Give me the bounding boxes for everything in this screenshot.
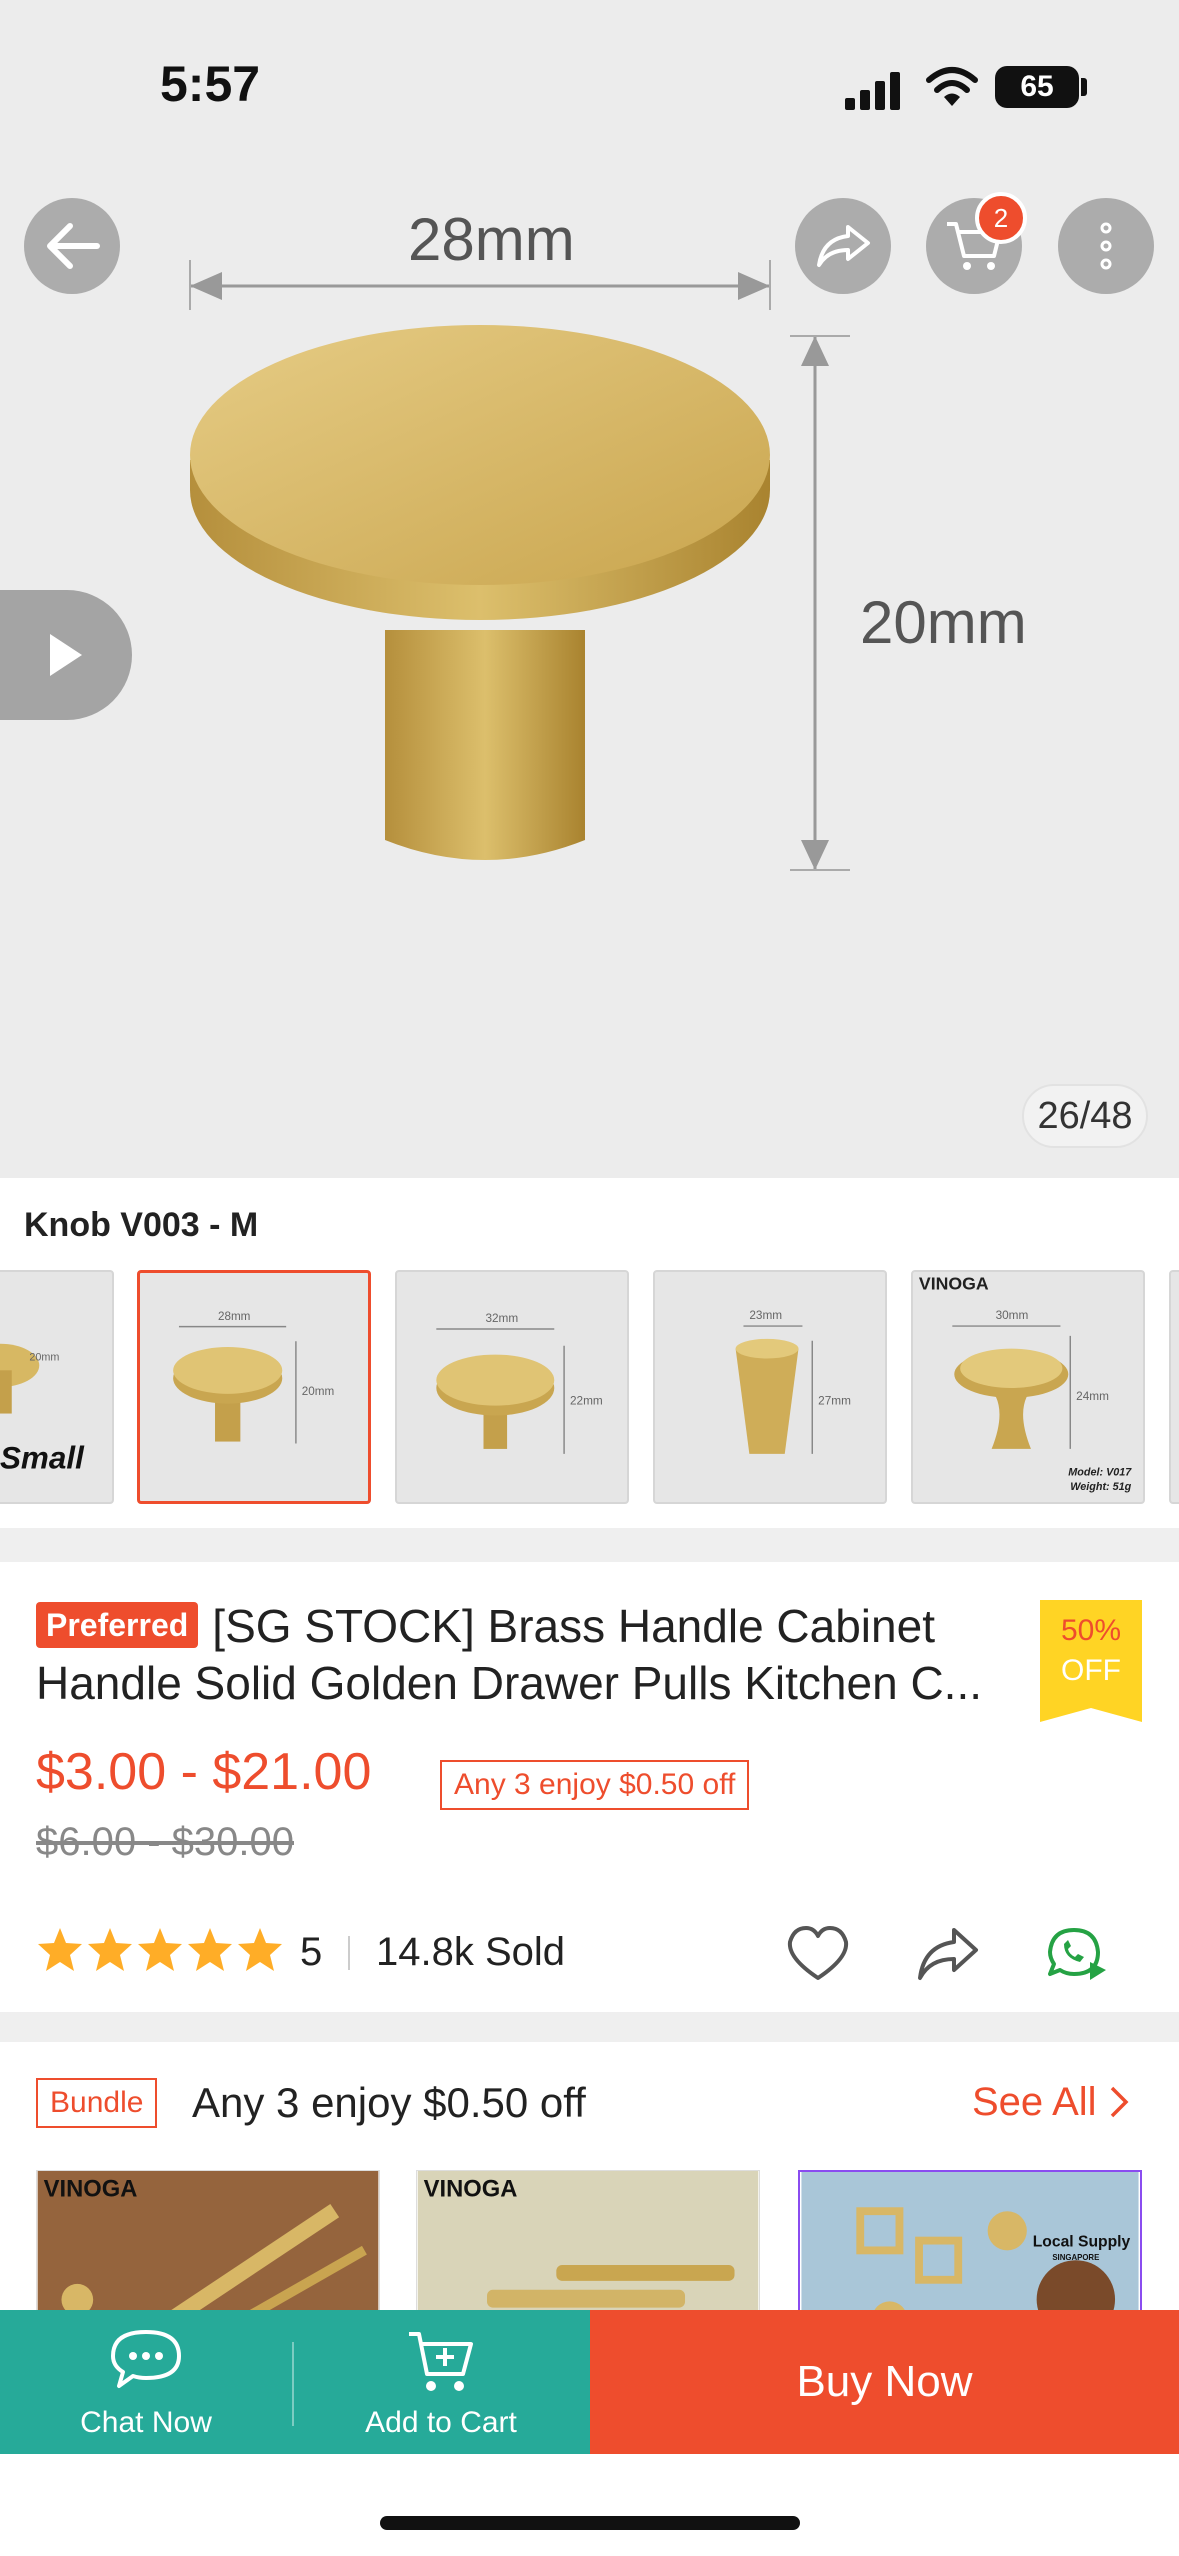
add-to-cart-icon: [409, 2332, 473, 2391]
cart-count-badge: 2: [975, 192, 1027, 244]
thumbnail-label: Small: [0, 1441, 85, 1476]
thumbnail-width-dims: 30mm: [996, 1309, 1029, 1322]
variant-thumbnail[interactable]: VINOGA 30mm 24mm Model: V017 Weight: 51g: [911, 1270, 1145, 1504]
rating-divider: [348, 1936, 350, 1970]
more-vertical-icon: [1100, 222, 1112, 270]
home-indicator-area: [0, 2454, 1179, 2556]
add-to-cart-label: Add to Cart: [365, 2406, 517, 2439]
button-separator: [292, 2342, 294, 2426]
thumbnail-brand: VINOGA: [919, 1274, 989, 1294]
clock: 5:57: [160, 56, 261, 112]
heart-icon[interactable]: [784, 1922, 852, 1986]
product-image-gallery[interactable]: 28mm 20mm: [0, 0, 1179, 1178]
width-dimension-label: 28mm: [408, 206, 575, 273]
whatsapp-share-icon[interactable]: [1044, 1922, 1112, 1986]
chat-now-label: Chat Now: [80, 2406, 212, 2439]
bundle-item-brand: VINOGA: [44, 2176, 138, 2203]
variant-thumbnail[interactable]: 23mm 27mm: [653, 1270, 887, 1504]
signal-icon: [845, 72, 900, 110]
back-button[interactable]: [24, 198, 120, 294]
see-all-link[interactable]: See All: [972, 2080, 1130, 2125]
product-info: Preferred [SG STOCK] Brass Handle Cabinet…: [0, 1562, 1179, 2012]
bundle-item-sub: SINGAPORE: [1052, 2253, 1099, 2262]
status-bar: 5:57 65: [0, 0, 1179, 175]
more-options-button[interactable]: [1058, 198, 1154, 294]
price-range: $3.00 - $21.00: [36, 1743, 372, 1801]
height-dimension-label: 20mm: [860, 589, 1027, 656]
star-icon: [88, 1928, 132, 1971]
promo-chip[interactable]: Any 3 enjoy $0.50 off: [440, 1760, 750, 1810]
selected-variant-name: Knob V003 - M: [24, 1206, 259, 1244]
thumbnail-weight: Weight: 51g: [1070, 1481, 1131, 1493]
rating-row: 5 14.8k Sold: [36, 1922, 1156, 1982]
discount-off-label: OFF: [1061, 1654, 1121, 1687]
buy-now-button[interactable]: Buy Now: [590, 2310, 1179, 2454]
chevron-right-icon: [1110, 2086, 1129, 2118]
star-icon: [38, 1928, 82, 1971]
rating-value: 5: [300, 1930, 323, 1974]
thumbnail-model: Model: V017: [1068, 1466, 1132, 1478]
star-icon: [238, 1928, 282, 1971]
star-icon: [138, 1928, 182, 1971]
thumbnail-width-dims: 32mm: [485, 1312, 518, 1325]
star-icon: [188, 1928, 232, 1971]
discount-badge: 50% OFF: [1040, 1600, 1142, 1722]
play-icon: [50, 634, 82, 676]
back-arrow-icon: [47, 223, 100, 269]
wifi-icon: [926, 67, 978, 106]
thumbnail-width-dims: 28mm: [218, 1310, 250, 1323]
battery-indicator: 65: [995, 66, 1079, 108]
preferred-badge: Preferred: [36, 1602, 199, 1648]
discount-percent: 50%: [1060, 1614, 1122, 1647]
bundle-item-brand: VINOGA: [424, 2176, 518, 2203]
bundle-item-brand: Local Supply: [1033, 2233, 1131, 2250]
add-to-cart-button[interactable]: Add to Cart: [292, 2310, 590, 2454]
thumbnail-height-dims: 20mm: [302, 1385, 334, 1398]
play-video-button[interactable]: [0, 590, 132, 720]
chat-now-button[interactable]: Chat Now: [0, 2310, 292, 2454]
variant-thumbnail-strip[interactable]: 20mm Small 28mm 20mm 32mm 22mm 23mm 27mm…: [0, 1270, 1179, 1506]
share-icon: [817, 225, 870, 267]
product-title-block: Preferred [SG STOCK] Brass Handle Cabinet…: [36, 1598, 1026, 1712]
thumbnail-height-dims: 27mm: [818, 1395, 851, 1408]
variant-thumbnail[interactable]: [1169, 1270, 1179, 1504]
thumbnail-dims: 20mm: [29, 1351, 59, 1363]
thumbnail-width-dims: 23mm: [749, 1309, 782, 1322]
share-button[interactable]: [795, 198, 891, 294]
home-indicator[interactable]: [380, 2516, 800, 2530]
thumbnail-height-dims: 24mm: [1076, 1390, 1109, 1403]
variant-thumbnail[interactable]: 32mm 22mm: [395, 1270, 629, 1504]
rating-stars[interactable]: [36, 1926, 284, 1972]
variant-thumbnail-selected[interactable]: 28mm 20mm: [137, 1270, 371, 1504]
variant-selector: Knob V003 - M 20mm Small 28mm 20mm 32mm …: [0, 1178, 1179, 1528]
thumbnail-height-dims: 22mm: [570, 1395, 603, 1408]
original-price: $6.00 - $30.00: [36, 1820, 294, 1864]
battery-nub: [1081, 78, 1087, 96]
sold-count: 14.8k Sold: [376, 1930, 566, 1974]
bundle-badge: Bundle: [36, 2078, 158, 2128]
chat-bubble-icon: [111, 2330, 181, 2388]
see-all-label: See All: [972, 2080, 1097, 2124]
bottom-action-bar: Chat Now Add to Cart Buy Now: [0, 2310, 1179, 2454]
share-outline-icon[interactable]: [914, 1922, 982, 1986]
bundle-title: Any 3 enjoy $0.50 off: [192, 2079, 586, 2126]
variant-thumbnail[interactable]: 20mm Small: [0, 1270, 114, 1504]
image-counter: 26/48: [1022, 1084, 1148, 1148]
